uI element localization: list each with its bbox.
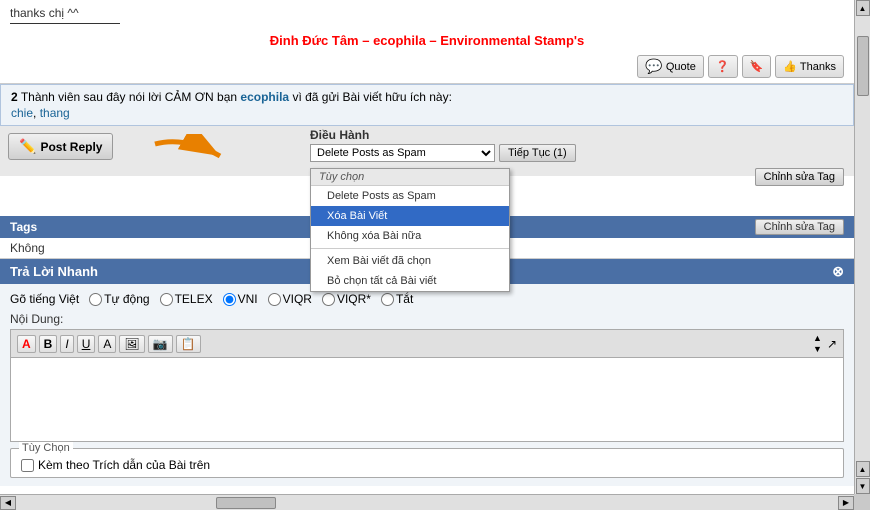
menu-item-xem-bai[interactable]: Xem Bài viết đã chọn xyxy=(311,251,509,271)
go-tieng-viet-row: Gõ tiếng Việt Tự động TELEX VNI VIQR xyxy=(10,292,844,306)
scroll-left-arrow[interactable]: ◀ xyxy=(0,496,16,510)
scroll-thumb[interactable] xyxy=(857,36,869,96)
quick-reply-section: Trả Lời Nhanh ⊗ Gõ tiếng Việt Tự động TE… xyxy=(0,259,854,486)
thanks-icon: 👍 xyxy=(783,60,797,73)
kem-theo-label: Kèm theo Trích dẫn của Bài trên xyxy=(38,458,210,472)
underline-decoration xyxy=(10,23,120,24)
quick-reply-title: Trả Lời Nhanh xyxy=(10,264,98,279)
scroll-small-2[interactable]: ▼ xyxy=(856,478,870,494)
radio-vni[interactable]: VNI xyxy=(223,292,258,306)
menu-item-khong-xoa[interactable]: Không xóa Bài nữa xyxy=(311,226,509,246)
collapse-icon[interactable]: ⊗ xyxy=(832,263,844,280)
go-tieng-viet-label: Gõ tiếng Việt xyxy=(10,292,79,306)
thanks-button[interactable]: 👍 Thanks xyxy=(775,55,844,78)
dropdown-open-menu: Tùy chọn Delete Posts as Spam Xóa Bài Vi… xyxy=(310,168,510,292)
radio-off[interactable]: Tắt xyxy=(381,292,413,306)
quick-reply-body: Gõ tiếng Việt Tự động TELEX VNI VIQR xyxy=(0,284,854,486)
info-button[interactable]: ❓ xyxy=(708,55,738,78)
thanks-text1: Thành viên sau đây nói lời CẢM ƠN bạn xyxy=(21,90,237,104)
bookmark-button[interactable]: 🔖 xyxy=(742,55,772,78)
quote-button[interactable]: 💬 Quote xyxy=(637,55,703,78)
menu-item-xoa-bai[interactable]: Xóa Bài Viết xyxy=(311,206,509,226)
member-link-chie[interactable]: chie xyxy=(11,106,33,120)
dieu-hanh-dropdown[interactable]: Delete Posts as Spam Xóa Bài Viết Không … xyxy=(310,144,495,162)
tuy-chon-box: Tùy Chọn Kèm theo Trích dẫn của Bài trên xyxy=(10,448,844,478)
resize-down-icon[interactable]: ▼ xyxy=(813,344,822,354)
scroll-h-thumb[interactable] xyxy=(216,497,276,509)
chinh-sua-tag-button[interactable]: Chỉnh sửa Tag xyxy=(755,219,844,235)
thanks-text: thanks chị ^^ xyxy=(10,6,844,20)
chinh-sua-button[interactable]: Chỉnh sửa Tag xyxy=(755,168,844,186)
toolbar-italic[interactable]: I xyxy=(60,335,73,353)
toolbar-font-color[interactable]: A xyxy=(17,335,36,353)
pencil-icon: ✏️ xyxy=(19,138,36,155)
thanks-user-link[interactable]: ecophila xyxy=(240,90,289,104)
radio-auto[interactable]: Tự động xyxy=(89,292,149,306)
menu-item-delete-spam[interactable]: Delete Posts as Spam xyxy=(311,186,509,206)
quote-icon: 💬 xyxy=(645,58,662,75)
dieu-hanh-controls: Delete Posts as Spam Xóa Bài Viết Không … xyxy=(310,144,576,162)
tiep-tuc-button[interactable]: Tiếp Tục (1) xyxy=(499,144,576,162)
menu-item-bo-chon[interactable]: Bỏ chọn tất cả Bài viết xyxy=(311,271,509,291)
orange-arrow xyxy=(145,134,235,181)
radio-telex[interactable]: TELEX xyxy=(160,292,213,306)
editor-toolbar: A B I U A 🖼 📷 📋 ▲ ▼ ↗ xyxy=(11,330,843,358)
tuy-chon-legend: Tùy Chọn xyxy=(19,442,73,454)
resize-corner xyxy=(854,494,870,510)
dieu-hanh-title: Điều Hành xyxy=(310,128,576,142)
scroll-right-arrow[interactable]: ▶ xyxy=(838,496,854,510)
thanks-members-section: 2 Thành viên sau đây nói lời CẢM ƠN bạn … xyxy=(0,84,854,126)
scroll-small-1[interactable]: ▲ xyxy=(856,461,870,477)
kem-theo-input[interactable] xyxy=(21,459,34,472)
scroll-up-arrow[interactable]: ▲ xyxy=(856,0,870,16)
post-reply-label: Post Reply xyxy=(40,140,102,154)
radio-viqr[interactable]: VIQR xyxy=(268,292,312,306)
expand-icon[interactable]: ↗ xyxy=(827,337,837,351)
toolbar-image[interactable]: 🖼 xyxy=(119,335,144,353)
toolbar-resize-icons: ▲ ▼ xyxy=(813,333,822,354)
toolbar-font-color2[interactable]: A xyxy=(98,335,116,353)
menu-divider xyxy=(311,248,509,249)
tags-value: Không xyxy=(10,241,45,255)
toolbar-clipboard[interactable]: 📋 xyxy=(176,335,201,353)
noi-dung-label: Nội Dung: xyxy=(10,312,844,326)
toolbar-bold[interactable]: B xyxy=(39,335,58,353)
scrollbar-right: ▲ ▲ ▼ xyxy=(854,0,870,494)
action-buttons-row: 💬 Quote ❓ 🔖 👍 Thanks xyxy=(10,52,844,81)
thanks-text2: vì đã gửi Bài viết hữu ích này: xyxy=(292,90,451,104)
tuy-chon-header: Tùy chọn xyxy=(311,169,509,186)
reply-editor[interactable] xyxy=(11,358,843,438)
post-area: ✏️ Post Reply Điều Hành xyxy=(0,126,854,176)
resize-up-icon[interactable]: ▲ xyxy=(813,333,822,343)
member-link-thang[interactable]: thang xyxy=(40,106,70,120)
post-reply-button[interactable]: ✏️ Post Reply xyxy=(8,133,113,160)
dieu-hanh-panel: Điều Hành Delete Posts as Spam Xóa Bài V… xyxy=(310,128,576,162)
toolbar-underline[interactable]: U xyxy=(77,335,96,353)
thanks-count: 2 xyxy=(11,90,18,104)
scrollbar-bottom: ◀ ▶ xyxy=(0,494,854,510)
post-title: Đinh Đức Tâm – ecophila – Environmental … xyxy=(10,29,844,52)
toolbar-insert-image[interactable]: 📷 xyxy=(148,335,173,353)
top-section: thanks chị ^^ Đinh Đức Tâm – ecophila – … xyxy=(0,0,854,84)
editor-container: A B I U A 🖼 📷 📋 ▲ ▼ ↗ xyxy=(10,329,844,442)
kem-theo-checkbox[interactable]: Kèm theo Trích dẫn của Bài trên xyxy=(21,458,833,472)
member-links: chie, thang xyxy=(11,106,843,120)
radio-viqr-star[interactable]: VIQR* xyxy=(322,292,371,306)
tags-label: Tags xyxy=(10,220,37,234)
